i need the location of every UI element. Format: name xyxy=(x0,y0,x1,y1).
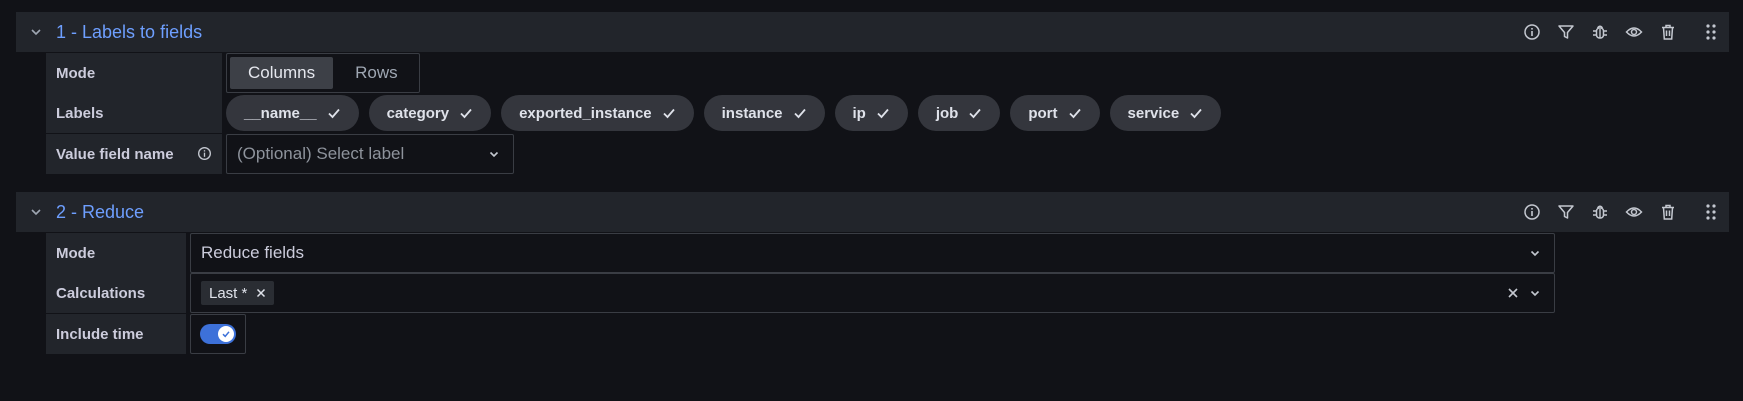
reduce-mode-row: Mode Reduce fields xyxy=(46,233,1555,273)
transform-header[interactable]: 1 - Labels to fields xyxy=(16,12,1729,52)
info-icon[interactable] xyxy=(197,146,212,161)
transform-actions xyxy=(1515,192,1729,232)
eye-icon[interactable] xyxy=(1617,12,1651,52)
info-icon[interactable] xyxy=(1515,192,1549,232)
transform-title[interactable]: 1 - Labels to fields xyxy=(56,22,202,43)
transform-header[interactable]: 2 - Reduce xyxy=(16,192,1729,232)
label-pill[interactable]: category xyxy=(368,95,492,131)
include-time-label: Include time xyxy=(46,314,186,354)
calculations-select[interactable]: Last * xyxy=(190,273,1555,313)
mode-label: Mode xyxy=(46,233,186,273)
label-pill[interactable]: job xyxy=(917,95,1001,131)
mode-label: Mode xyxy=(46,53,222,93)
label-pill[interactable]: exported_instance xyxy=(501,95,694,131)
eye-icon[interactable] xyxy=(1617,192,1651,232)
include-time-toggle[interactable] xyxy=(200,324,236,344)
labels-row: Labels __name__ category exported_instan… xyxy=(46,93,1222,133)
mode-option-rows[interactable]: Rows xyxy=(337,57,416,89)
include-time-switch-box xyxy=(190,314,246,354)
mode-radio-group: Columns Rows xyxy=(226,53,420,93)
chevron-down-icon[interactable] xyxy=(16,192,56,232)
filter-icon[interactable] xyxy=(1549,12,1583,52)
drag-handle-icon[interactable] xyxy=(1693,192,1729,232)
chevron-down-icon xyxy=(1528,286,1542,300)
mode-option-columns[interactable]: Columns xyxy=(230,57,334,89)
label-pill[interactable]: port xyxy=(1010,95,1100,131)
labels-pill-list: __name__ category exported_instance inst… xyxy=(226,93,1222,133)
trash-icon[interactable] xyxy=(1651,192,1685,232)
clear-icon[interactable] xyxy=(1506,286,1520,300)
debug-icon[interactable] xyxy=(1583,192,1617,232)
include-time-row: Include time xyxy=(46,314,306,354)
calculations-label: Calculations xyxy=(46,273,186,313)
transform-actions xyxy=(1515,12,1729,52)
check-icon xyxy=(1189,106,1203,120)
value-field-label: Value field name xyxy=(46,134,222,174)
value-field-select[interactable]: (Optional) Select label xyxy=(226,134,514,174)
check-icon xyxy=(327,106,341,120)
toggle-knob xyxy=(218,326,234,342)
label-pill[interactable]: service xyxy=(1109,95,1222,131)
chevron-down-icon xyxy=(487,147,501,161)
reduce-mode-select[interactable]: Reduce fields xyxy=(190,233,1555,273)
value-field-row: Value field name (Optional) Select label xyxy=(46,134,546,174)
trash-icon[interactable] xyxy=(1651,12,1685,52)
check-icon xyxy=(876,106,890,120)
check-icon xyxy=(793,106,807,120)
check-icon xyxy=(459,106,473,120)
debug-icon[interactable] xyxy=(1583,12,1617,52)
labels-label: Labels xyxy=(46,93,222,133)
drag-handle-icon[interactable] xyxy=(1693,12,1729,52)
transform-title[interactable]: 2 - Reduce xyxy=(56,202,144,223)
info-icon[interactable] xyxy=(1515,12,1549,52)
transform-labels-to-fields: 1 - Labels to fields Mode Columns Rows L… xyxy=(16,12,1729,174)
calculation-tag: Last * xyxy=(201,281,275,305)
remove-tag-icon[interactable] xyxy=(256,288,266,298)
check-icon xyxy=(968,106,982,120)
check-icon xyxy=(662,106,676,120)
filter-icon[interactable] xyxy=(1549,192,1583,232)
label-pill[interactable]: __name__ xyxy=(226,95,359,131)
transform-reduce: 2 - Reduce Mode Reduce fields Calculatio… xyxy=(16,192,1729,354)
label-pill[interactable]: ip xyxy=(834,95,908,131)
calculations-row: Calculations Last * xyxy=(46,273,1555,313)
chevron-down-icon xyxy=(1528,246,1542,260)
label-pill[interactable]: instance xyxy=(703,95,825,131)
chevron-down-icon[interactable] xyxy=(16,12,56,52)
check-icon xyxy=(222,331,230,338)
check-icon xyxy=(1068,106,1082,120)
